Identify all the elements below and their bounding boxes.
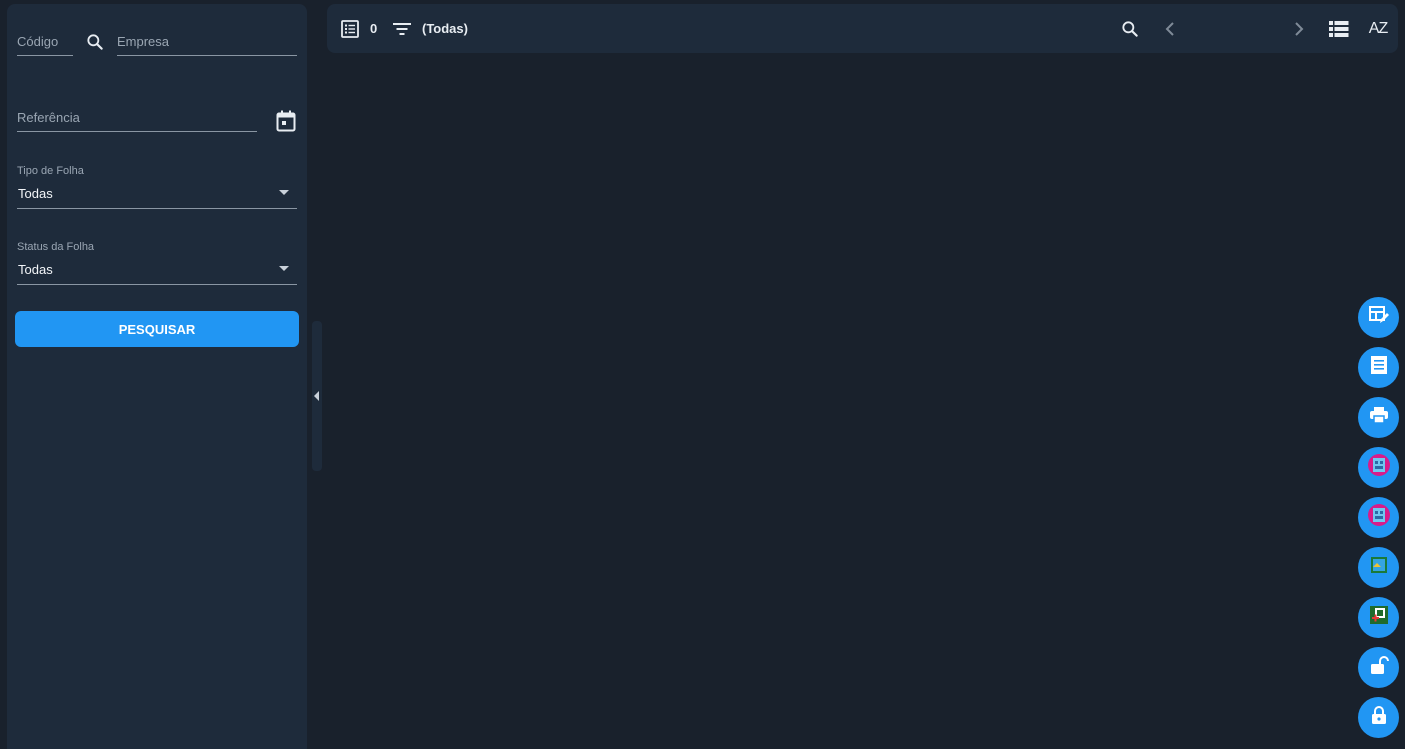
lock-icon: [1368, 704, 1390, 731]
print-icon: [1368, 404, 1390, 431]
unlock-button[interactable]: [1358, 647, 1399, 688]
tipo-folha-label: Tipo de Folha: [17, 165, 84, 177]
chevron-down-icon: [279, 190, 289, 195]
app-icon-1: [1366, 452, 1392, 483]
tipo-folha-underline: [17, 208, 297, 209]
unlock-icon: [1368, 654, 1390, 681]
panel-splitter[interactable]: [312, 321, 322, 471]
tipo-folha-value: Todas: [18, 186, 53, 201]
collapse-arrow-icon: [314, 391, 319, 401]
filter-icon[interactable]: [391, 19, 413, 39]
app-icon-2: [1366, 502, 1392, 533]
document-list-button[interactable]: [1358, 347, 1399, 388]
print-button[interactable]: [1358, 397, 1399, 438]
referencia-underline: [17, 131, 257, 132]
filter-sidebar: Código Empresa Referência Tipo de Folha …: [7, 4, 307, 749]
status-folha-value: Todas: [18, 262, 53, 277]
list-icon[interactable]: [340, 19, 360, 39]
result-count: 0: [370, 21, 378, 36]
status-folha-underline: [17, 284, 297, 285]
status-folha-select[interactable]: Status da Folha Todas: [17, 240, 297, 286]
view-list-icon[interactable]: [1328, 19, 1350, 39]
app-button-2[interactable]: [1358, 497, 1399, 538]
chevron-right-icon[interactable]: [1292, 19, 1306, 39]
referencia-field[interactable]: Referência: [17, 106, 257, 132]
sort-az-icon[interactable]: AZ: [1365, 16, 1391, 42]
table-edit-button[interactable]: [1358, 297, 1399, 338]
app-button-1[interactable]: [1358, 447, 1399, 488]
calendar-icon[interactable]: [274, 109, 298, 133]
chevron-left-icon[interactable]: [1163, 19, 1177, 39]
app-button-4[interactable]: [1358, 597, 1399, 638]
codigo-underline: [17, 55, 73, 56]
empresa-underline: [117, 55, 297, 56]
pesquisar-button[interactable]: PESQUISAR: [15, 311, 299, 347]
tipo-folha-select[interactable]: Tipo de Folha Todas: [17, 164, 297, 210]
app-icon-3: [1367, 553, 1391, 582]
app-icon-4: [1367, 603, 1391, 632]
filter-summary: (Todas): [422, 21, 468, 36]
status-folha-label: Status da Folha: [17, 241, 95, 253]
app-button-3[interactable]: [1358, 547, 1399, 588]
document-list-icon: [1368, 354, 1390, 381]
empresa-field[interactable]: Empresa: [117, 30, 297, 56]
search-icon[interactable]: [83, 30, 107, 54]
chevron-down-icon: [279, 266, 289, 271]
codigo-field[interactable]: Código: [17, 30, 73, 56]
lock-button[interactable]: [1358, 697, 1399, 738]
table-edit-icon: [1368, 304, 1390, 331]
sort-az-label: AZ: [1368, 20, 1388, 37]
results-toolbar: 0 (Todas) AZ: [327, 4, 1398, 53]
empresa-placeholder: Empresa: [117, 34, 170, 49]
referencia-placeholder: Referência: [17, 110, 80, 125]
codigo-placeholder: Código: [17, 34, 59, 49]
search-icon[interactable]: [1119, 18, 1141, 40]
